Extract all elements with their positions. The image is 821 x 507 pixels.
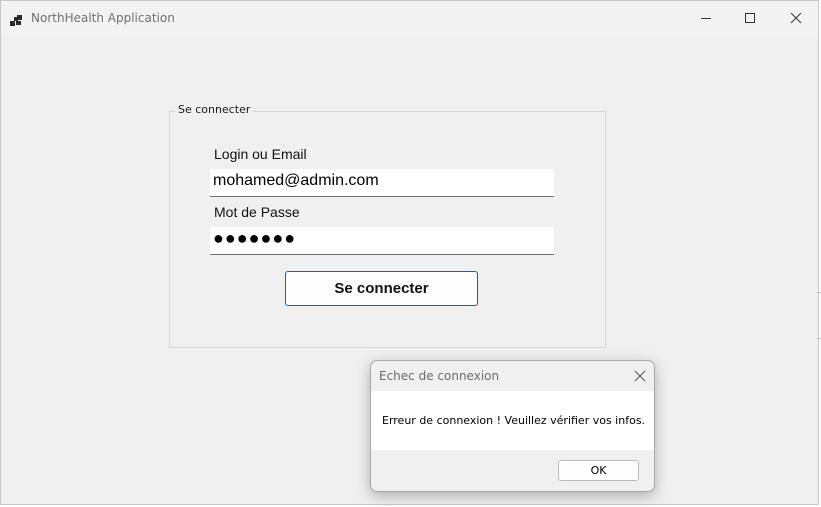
- title-bar[interactable]: NorthHealth Application: [1, 1, 818, 35]
- login-input[interactable]: mohamed@admin.com: [210, 169, 554, 197]
- dialog-title: Echec de connexion: [379, 369, 500, 383]
- dialog-message: Erreur de connexion ! Veuillez vérifier …: [382, 414, 646, 427]
- minimize-button[interactable]: [683, 1, 729, 35]
- login-group-title: Se connecter: [175, 103, 254, 116]
- login-button[interactable]: Se connecter: [285, 271, 478, 306]
- ok-button[interactable]: OK: [558, 460, 639, 481]
- app-icon: [10, 12, 22, 26]
- dialog-body: Erreur de connexion ! Veuillez vérifier …: [371, 391, 654, 450]
- dialog-close-button[interactable]: [629, 365, 651, 387]
- close-icon: [634, 367, 646, 386]
- maximize-icon: [744, 9, 756, 28]
- edge-divider: [817, 338, 821, 339]
- maximize-button[interactable]: [727, 1, 773, 35]
- close-button[interactable]: [773, 1, 819, 35]
- error-dialog: Echec de connexion Erreur de connexion !…: [370, 360, 655, 492]
- window-title: NorthHealth Application: [31, 11, 175, 25]
- login-label: Login ou Email: [214, 146, 307, 162]
- password-label: Mot de Passe: [214, 204, 300, 220]
- close-icon: [790, 9, 802, 28]
- edge-divider: [817, 292, 821, 293]
- password-input[interactable]: ●●●●●●●: [210, 227, 554, 255]
- minimize-icon: [700, 9, 712, 28]
